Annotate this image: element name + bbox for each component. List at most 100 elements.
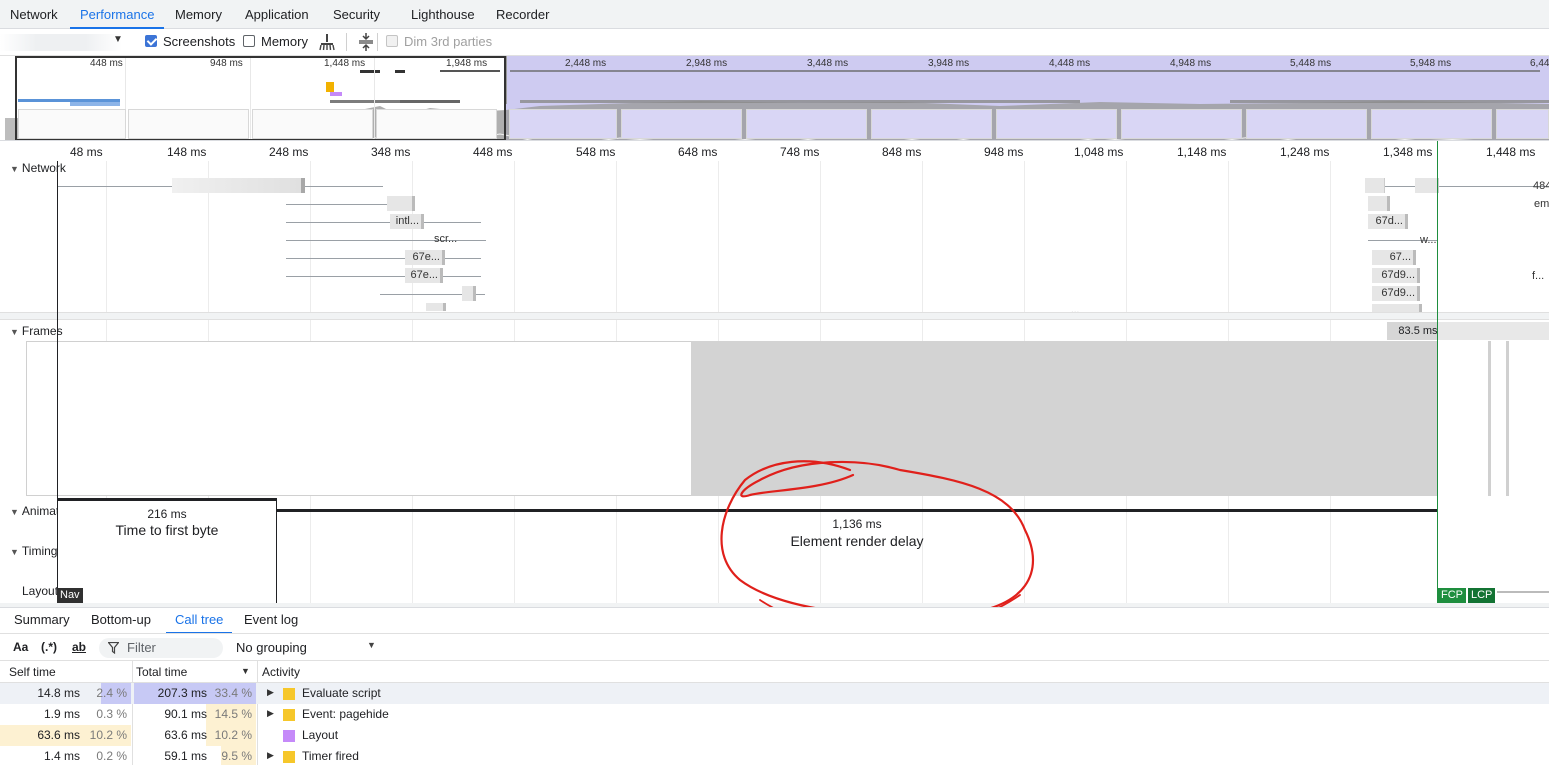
network-request-label[interactable]: f... (1532, 270, 1544, 282)
tab-bottom-up[interactable]: Bottom-up (91, 612, 151, 634)
memory-checkbox[interactable] (243, 35, 255, 47)
network-request[interactable]: 67... (1372, 250, 1416, 265)
network-request[interactable] (462, 286, 476, 301)
screenshots-checkbox[interactable] (145, 35, 157, 47)
overview-tick: 3,448 ms (807, 58, 849, 69)
category-swatch (283, 751, 295, 763)
total-time-value: 63.6 ms (164, 728, 207, 742)
network-request[interactable] (1415, 178, 1439, 193)
layout-shifts-track-header[interactable]: Layout (22, 584, 58, 598)
timeline-overview[interactable]: 448 ms 948 ms 1,448 ms 1,948 ms 2,448 ms… (0, 56, 1549, 141)
activity-name: Evaluate script (302, 686, 381, 700)
frames-track-header[interactable]: ▼ Frames (10, 324, 63, 338)
screenshot-thumbnail[interactable] (1371, 109, 1492, 139)
network-request[interactable] (1368, 196, 1390, 211)
tab-application[interactable]: Application (245, 0, 309, 29)
network-request[interactable] (426, 303, 446, 311)
frame-block[interactable] (1488, 341, 1491, 496)
network-request[interactable] (1372, 304, 1422, 312)
tab-network[interactable]: Network (10, 0, 58, 29)
network-request-label[interactable]: 484 (1533, 180, 1549, 192)
regex-button[interactable]: (.*) (41, 640, 57, 654)
phase-element-render-delay[interactable] (277, 509, 1438, 512)
self-time-header[interactable]: Self time (9, 665, 56, 679)
tab-recorder[interactable]: Recorder (496, 0, 549, 29)
dim-3rd-parties-checkbox[interactable] (386, 35, 398, 47)
table-row[interactable]: 63.6 ms 10.2 % 63.6 ms 10.2 % Layout (0, 725, 1549, 746)
ruler-tick: 48 ms (70, 145, 103, 159)
expand-triangle-icon[interactable]: ▶ (267, 750, 274, 761)
network-request-label[interactable]: em (1534, 198, 1549, 210)
screenshot-thumbnail[interactable] (1246, 109, 1367, 139)
toolbar-divider (377, 33, 378, 51)
broom-icon[interactable] (318, 32, 336, 52)
devtools-tab-strip: Network Performance Memory Application S… (0, 0, 1549, 29)
overview-selection-window[interactable] (15, 56, 506, 140)
ruler-tick: 848 ms (882, 145, 922, 159)
self-time-value: 14.8 ms (37, 686, 80, 700)
table-row[interactable]: 14.8 ms 2.4 % 207.3 ms 33.4 % ▶ Evaluate… (0, 683, 1549, 704)
chevron-down-icon[interactable]: ▼ (367, 640, 376, 650)
total-time-header[interactable]: Total time (136, 665, 187, 679)
performance-toolbar: ▼ Screenshots Memory Dim 3rd parties (0, 29, 1549, 56)
timings-track-header[interactable]: ▼ Timings (10, 544, 63, 558)
total-time-value: 59.1 ms (164, 749, 207, 763)
filter-input[interactable]: Filter (99, 638, 223, 658)
match-case-button[interactable]: Aa (13, 640, 28, 654)
network-request[interactable]: 67e... (405, 268, 443, 283)
expand-triangle-icon[interactable]: ▶ (267, 708, 274, 719)
screenshot-thumbnail[interactable] (1121, 109, 1242, 139)
tab-performance[interactable]: Performance (70, 0, 165, 29)
tab-call-tree[interactable]: Call tree (166, 612, 233, 634)
network-request[interactable]: 67d9... (1372, 286, 1420, 301)
tab-memory[interactable]: Memory (175, 0, 222, 29)
memory-label: Memory (261, 34, 308, 49)
whole-word-button[interactable]: ab (72, 640, 86, 654)
network-request[interactable] (387, 196, 415, 211)
network-request[interactable]: 67e... (405, 250, 445, 265)
network-request[interactable]: intl... (390, 214, 424, 229)
overview-tick: 4,448 ms (1049, 58, 1091, 69)
overview-tick: 2,948 ms (686, 58, 728, 69)
nav-marker[interactable]: Nav (57, 588, 83, 603)
tab-summary[interactable]: Summary (14, 612, 70, 634)
network-request[interactable] (172, 178, 305, 193)
screenshot-thumbnail[interactable] (1496, 109, 1549, 139)
expand-triangle-icon[interactable]: ▼ (10, 507, 19, 517)
expand-triangle-icon[interactable]: ▶ (267, 687, 274, 698)
sort-descending-icon[interactable]: ▼ (241, 666, 250, 676)
table-row[interactable]: 1.4 ms 0.2 % 59.1 ms 9.5 % ▶ Timer fired (0, 746, 1549, 765)
network-request-label[interactable]: w... (1420, 234, 1437, 246)
fcp-marker[interactable]: FCP (1438, 588, 1466, 603)
self-time-percent: 0.3 % (96, 707, 127, 721)
details-tab-strip: Summary Bottom-up Call tree Event log (0, 607, 1549, 634)
frame-block[interactable] (1506, 341, 1509, 496)
screenshot-thumbnail[interactable] (996, 109, 1117, 139)
grouping-select[interactable]: No grouping (236, 640, 307, 655)
screenshot-thumbnail[interactable] (871, 109, 992, 139)
collapse-icon[interactable] (357, 32, 375, 52)
activity-header[interactable]: Activity (262, 665, 300, 679)
timeline-ruler: 48 ms 148 ms 248 ms 348 ms 448 ms 548 ms… (0, 141, 1549, 161)
screenshot-thumbnail[interactable] (621, 109, 742, 139)
lcp-marker[interactable]: LCP (1468, 588, 1496, 603)
screenshot-thumbnail[interactable] (746, 109, 867, 139)
recording-select[interactable] (0, 34, 122, 51)
network-request[interactable] (1365, 178, 1385, 193)
network-request[interactable]: 67d... (1368, 214, 1408, 229)
tab-lighthouse[interactable]: Lighthouse (411, 0, 475, 29)
ttfb-duration: 216 ms (147, 507, 187, 521)
expand-triangle-icon[interactable]: ▼ (10, 164, 19, 174)
chevron-down-icon[interactable]: ▼ (113, 34, 123, 45)
expand-triangle-icon[interactable]: ▼ (10, 547, 19, 557)
expand-triangle-icon[interactable]: ▼ (10, 327, 19, 337)
table-row[interactable]: 1.9 ms 0.3 % 90.1 ms 14.5 % ▶ Event: pag… (0, 704, 1549, 725)
screenshot-thumbnail[interactable] (509, 109, 617, 139)
frame-block-dropped[interactable] (691, 341, 1438, 496)
tab-event-log[interactable]: Event log (244, 612, 298, 634)
tab-security[interactable]: Security (333, 0, 380, 29)
network-request-line (286, 258, 481, 259)
network-request-label[interactable]: scr... (434, 233, 457, 245)
network-request[interactable]: 67d9... (1372, 268, 1420, 283)
self-time-percent: 2.4 % (96, 686, 127, 700)
